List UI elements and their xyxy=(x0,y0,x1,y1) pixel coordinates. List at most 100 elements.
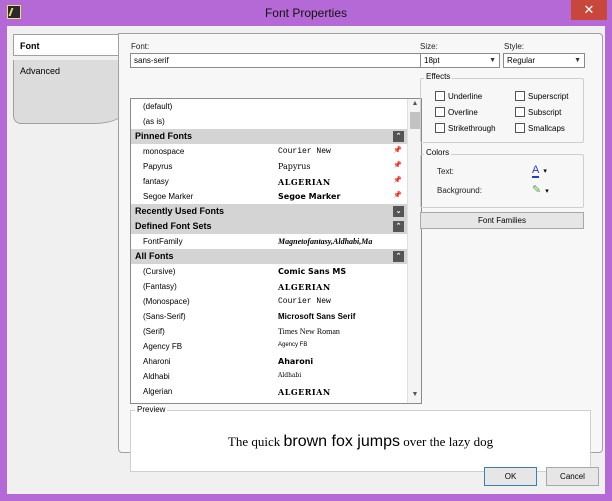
font-list-item[interactable]: monospace Courier New 📌 xyxy=(131,144,407,159)
style-label: Style: xyxy=(504,42,525,51)
pin-icon[interactable]: 📌 xyxy=(393,146,402,154)
font-properties-window: Font Properties ✕ Font Advanced Font: sa… xyxy=(0,0,612,501)
font-item-preview: Times New Roman xyxy=(278,327,340,336)
scroll-down-arrow-icon[interactable]: ▼ xyxy=(408,391,421,403)
dropdown-arrow-icon: ▾ xyxy=(543,168,547,175)
chevron-down-icon[interactable]: ▼ xyxy=(574,57,581,64)
ok-button[interactable]: OK xyxy=(484,467,537,486)
font-families-button[interactable]: Font Families xyxy=(420,212,584,229)
text-color-picker[interactable]: A ▾ xyxy=(532,164,547,178)
effect-label: Smallcaps xyxy=(528,124,565,133)
font-item-preview: ALGERIAN xyxy=(278,177,331,187)
font-item-name: FontFamily xyxy=(143,237,183,246)
font-name-field[interactable]: sans-serif xyxy=(130,53,422,68)
font-item-name: Algerian xyxy=(143,387,173,396)
font-list-item[interactable]: Aharoni Aharoni xyxy=(131,354,407,369)
font-group-header[interactable]: All Fonts ⌃ xyxy=(131,249,407,264)
pin-icon[interactable]: 📌 xyxy=(393,191,402,199)
font-item-name: Papyrus xyxy=(143,162,173,171)
font-item-preview: Magnetofantasy,Aldhabi,Ma xyxy=(278,237,373,246)
font-group-title: Pinned Fonts xyxy=(135,131,192,141)
tab-font[interactable]: Font xyxy=(13,34,125,56)
font-list-item[interactable]: fantasy ALGERIAN 📌 xyxy=(131,174,407,189)
style-value: Regular xyxy=(507,56,536,65)
preview-text-part1: The quick xyxy=(227,434,284,449)
font-list-item[interactable]: Aldhabi Aldhabi xyxy=(131,369,407,384)
effect-label: Underline xyxy=(448,92,483,101)
font-list-item[interactable]: Segoe Marker Segoe Marker 📌 xyxy=(131,189,407,204)
colors-group xyxy=(420,154,584,208)
font-list-item[interactable]: (as is) xyxy=(131,114,407,129)
font-item-name: (Fantasy) xyxy=(143,282,177,291)
collapse-icon[interactable]: ⌃ xyxy=(393,251,404,262)
preview-text-part3: over the lazy dog xyxy=(399,434,494,449)
tab-advanced[interactable]: Advanced xyxy=(13,60,125,124)
font-item-name: fantasy xyxy=(143,177,169,186)
checkbox-box[interactable] xyxy=(435,123,445,133)
font-list-item[interactable]: FontFamily Magnetofantasy,Aldhabi,Ma xyxy=(131,234,407,249)
font-list-item[interactable]: Algerian ALGERIAN xyxy=(131,384,407,399)
font-list-item[interactable]: Agency FB Agency FB xyxy=(131,339,407,354)
effects-title: Effects xyxy=(424,72,453,81)
font-item-name: (as is) xyxy=(143,117,165,126)
checkbox-box[interactable] xyxy=(515,123,525,133)
font-item-preview: Agency FB xyxy=(278,342,308,348)
checkbox-box[interactable] xyxy=(515,107,525,117)
font-group-title: Defined Font Sets xyxy=(135,221,212,231)
window-title: Font Properties xyxy=(264,6,348,20)
font-list-scrollbar[interactable]: ▲ ▼ xyxy=(407,99,421,403)
font-item-name: Aldhabi xyxy=(143,372,170,381)
preview-sample: The quick brown fox jumps over the lazy … xyxy=(131,433,590,451)
font-list-item[interactable]: Papyrus Papyrus 📌 xyxy=(131,159,407,174)
style-combo[interactable]: Regular ▼ xyxy=(503,53,585,68)
font-list-item[interactable]: (Cursive) Comic Sans MS xyxy=(131,264,407,279)
font-item-name: Aharoni xyxy=(143,357,171,366)
font-item-name: (Sans-Serif) xyxy=(143,312,186,321)
chevron-down-icon[interactable]: ▼ xyxy=(489,57,496,64)
font-list-item[interactable]: (Sans-Serif) Microsoft Sans Serif xyxy=(131,309,407,324)
font-item-name: (Cursive) xyxy=(143,267,176,276)
title-bar[interactable]: Font Properties ✕ xyxy=(0,0,612,26)
pin-icon[interactable]: 📌 xyxy=(393,161,402,169)
font-group-header[interactable]: Defined Font Sets ⌃ xyxy=(131,219,407,234)
font-item-preview: Microsoft Sans Serif xyxy=(278,312,356,321)
size-combo[interactable]: 18pt ▼ xyxy=(420,53,500,68)
background-color-picker[interactable]: ✎ ▾ xyxy=(532,183,549,196)
font-group-title: All Fonts xyxy=(135,251,174,261)
close-button[interactable]: ✕ xyxy=(571,0,607,20)
font-list-item[interactable]: (Serif) Times New Roman xyxy=(131,324,407,339)
font-item-preview: Aharoni xyxy=(278,357,314,366)
scroll-thumb[interactable] xyxy=(410,112,420,129)
font-item-preview: Segoe Marker xyxy=(278,192,341,201)
checkbox-box[interactable] xyxy=(435,91,445,101)
font-item-preview: Aldhabi xyxy=(278,372,302,379)
font-group-header[interactable]: Recently Used Fonts ⌄ xyxy=(131,204,407,219)
font-item-preview: Courier New xyxy=(278,147,331,156)
font-item-preview: Courier New xyxy=(278,297,331,306)
collapse-icon[interactable]: ⌃ xyxy=(393,221,404,232)
font-list-item[interactable]: (Fantasy) ALGERIAN xyxy=(131,279,407,294)
highlighter-icon: ✎ xyxy=(532,184,542,196)
size-label: Size: xyxy=(420,42,438,51)
pin-icon[interactable]: 📌 xyxy=(393,176,402,184)
font-item-preview: Comic Sans MS xyxy=(278,267,347,276)
font-group-header[interactable]: Pinned Fonts ⌃ xyxy=(131,129,407,144)
font-label: Font: xyxy=(131,42,150,51)
checkbox-box[interactable] xyxy=(435,107,445,117)
font-list[interactable]: (default) (as is) Pinned Fonts ⌃ monospace Co… xyxy=(130,98,422,404)
checkbox-box[interactable] xyxy=(515,91,525,101)
text-color-label: Text: xyxy=(437,167,454,176)
size-value: 18pt xyxy=(424,56,440,65)
font-list-item[interactable]: (Monospace) Courier New xyxy=(131,294,407,309)
font-item-name: Agency FB xyxy=(143,342,183,351)
preview-box: Preview The quick brown fox jumps over t… xyxy=(130,405,591,472)
font-item-name: (Monospace) xyxy=(143,297,190,306)
effect-label: Superscript xyxy=(528,92,569,101)
font-item-name: (Serif) xyxy=(143,327,165,336)
expand-icon[interactable]: ⌄ xyxy=(393,206,404,217)
font-item-name: (default) xyxy=(143,102,173,111)
font-list-item[interactable]: (default) xyxy=(131,99,407,114)
dropdown-arrow-icon: ▾ xyxy=(545,188,549,195)
cancel-button[interactable]: Cancel xyxy=(546,467,599,486)
collapse-icon[interactable]: ⌃ xyxy=(393,131,404,142)
